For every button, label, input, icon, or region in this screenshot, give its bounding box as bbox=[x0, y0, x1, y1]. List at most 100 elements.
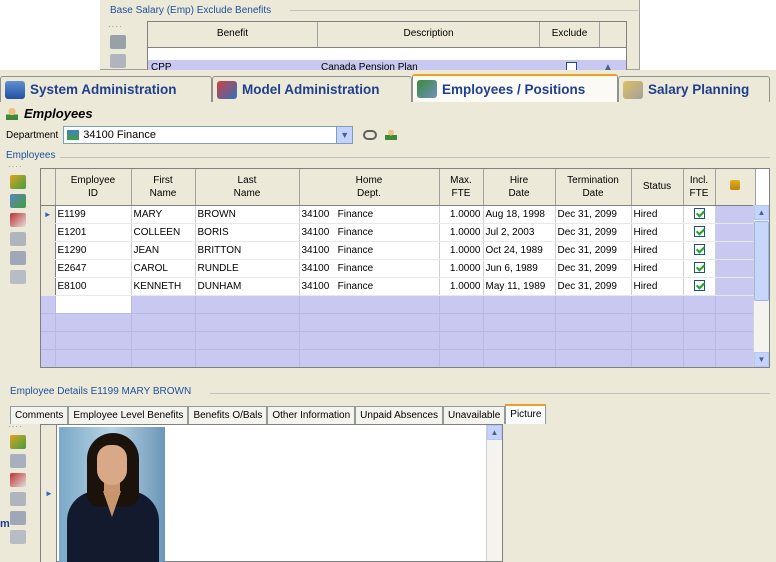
add-icon[interactable] bbox=[110, 35, 126, 49]
table-row[interactable]: E1201 COLLEEN BORIS 34100 Finance 1.0000… bbox=[41, 223, 756, 242]
cell-first-name[interactable]: CAROL bbox=[131, 259, 196, 278]
tab-employees-positions[interactable]: Employees / Positions bbox=[412, 74, 618, 102]
col-incl-fte[interactable]: Incl. FTE bbox=[683, 169, 716, 206]
binoculars-icon[interactable] bbox=[363, 130, 378, 140]
cell-employee-id[interactable]: E2647 bbox=[55, 259, 132, 278]
cell-status[interactable]: Hired bbox=[631, 259, 684, 278]
scroll-up-icon[interactable]: ▲ bbox=[487, 425, 502, 440]
col-description[interactable]: Description bbox=[318, 22, 540, 47]
cell-first-name[interactable]: KENNETH bbox=[131, 277, 196, 296]
add-picture-icon[interactable] bbox=[10, 435, 26, 449]
cell-home-dept[interactable]: 34100 Finance bbox=[299, 259, 440, 278]
cell-home-dept[interactable]: 34100 Finance bbox=[299, 205, 440, 224]
cell-status[interactable]: Hired bbox=[631, 223, 684, 242]
copy-icon[interactable] bbox=[10, 251, 26, 265]
move-icon[interactable] bbox=[10, 232, 26, 246]
cell-termination-date[interactable]: Dec 31, 2099 bbox=[555, 241, 632, 260]
incl-fte-checkbox[interactable] bbox=[693, 280, 705, 292]
cell-status[interactable]: Hired bbox=[631, 277, 684, 296]
tab-system-administration[interactable]: System Administration bbox=[0, 76, 212, 102]
cell-employee-id[interactable]: E1290 bbox=[55, 241, 132, 260]
cell-termination-date[interactable]: Dec 31, 2099 bbox=[555, 223, 632, 242]
cell-max-fte[interactable]: 1.0000 bbox=[439, 223, 484, 242]
cell-first-name[interactable]: JEAN bbox=[131, 241, 196, 260]
col-max-fte[interactable]: Max. FTE bbox=[439, 169, 484, 206]
table-row[interactable]: ► E1199 MARY BROWN 34100 Finance 1.0000 … bbox=[41, 205, 756, 224]
copy-icon[interactable] bbox=[10, 511, 26, 525]
cell-last-name[interactable]: BRITTON bbox=[195, 241, 300, 260]
cell-hire-date[interactable]: Aug 18, 1998 bbox=[483, 205, 556, 224]
cell-employee-id[interactable]: E1199 bbox=[55, 205, 132, 224]
tab-salary-planning[interactable]: Salary Planning bbox=[618, 76, 770, 102]
tab-unpaid-absences[interactable]: Unpaid Absences bbox=[355, 406, 444, 424]
col-first-name[interactable]: First Name bbox=[131, 169, 196, 206]
col-termination-date[interactable]: Termination Date bbox=[555, 169, 632, 206]
empty-row[interactable] bbox=[41, 313, 756, 332]
edit-icon[interactable] bbox=[110, 54, 126, 68]
cell-incl-fte[interactable] bbox=[683, 241, 716, 260]
cell-status[interactable]: Hired bbox=[631, 205, 684, 224]
row-header[interactable]: ► bbox=[41, 205, 56, 224]
row-header[interactable] bbox=[41, 259, 56, 278]
incl-fte-checkbox[interactable] bbox=[693, 262, 705, 274]
cell-hire-date[interactable]: Oct 24, 1989 bbox=[483, 241, 556, 260]
move-icon[interactable] bbox=[10, 492, 26, 506]
tab-employee-level-benefits[interactable]: Employee Level Benefits bbox=[68, 406, 189, 424]
cell-termination-date[interactable]: Dec 31, 2099 bbox=[555, 205, 632, 224]
delete-row-icon[interactable] bbox=[10, 213, 26, 227]
cell-max-fte[interactable]: 1.0000 bbox=[439, 259, 484, 278]
row-header[interactable] bbox=[41, 277, 56, 296]
table-row[interactable]: E8100 KENNETH DUNHAM 34100 Finance 1.000… bbox=[41, 277, 756, 296]
col-hire-date[interactable]: Hire Date bbox=[483, 169, 556, 206]
incl-fte-checkbox[interactable] bbox=[693, 208, 705, 220]
grid-scrollbar[interactable]: ▲ ▼ bbox=[753, 205, 769, 367]
tab-model-administration[interactable]: Model Administration bbox=[212, 76, 412, 102]
cell-status[interactable]: Hired bbox=[631, 241, 684, 260]
cell-home-dept[interactable]: 34100 Finance bbox=[299, 241, 440, 260]
col-status[interactable]: Status bbox=[631, 169, 684, 206]
cell-max-fte[interactable]: 1.0000 bbox=[439, 205, 484, 224]
picture-scrollbar[interactable]: ▲ bbox=[486, 425, 502, 561]
cell-incl-fte[interactable] bbox=[683, 223, 716, 242]
empty-row[interactable] bbox=[41, 331, 756, 350]
cell-employee-id[interactable]: E8100 bbox=[55, 277, 132, 296]
cell-termination-date[interactable]: Dec 31, 2099 bbox=[555, 259, 632, 278]
cell-hire-date[interactable]: May 11, 1989 bbox=[483, 277, 556, 296]
cell-last-name[interactable]: BORIS bbox=[195, 223, 300, 242]
delete-picture-icon[interactable] bbox=[10, 473, 26, 487]
incl-fte-checkbox[interactable] bbox=[693, 226, 705, 238]
table-row[interactable]: E2647 CAROL RUNDLE 34100 Finance 1.0000 … bbox=[41, 259, 756, 278]
col-home-dept[interactable]: Home Dept. bbox=[299, 169, 440, 206]
row-header[interactable] bbox=[41, 241, 56, 260]
edit-picture-icon[interactable] bbox=[10, 454, 26, 468]
department-select[interactable]: 34100 Finance ▼ bbox=[63, 126, 354, 144]
cell-home-dept[interactable]: 34100 Finance bbox=[299, 277, 440, 296]
tab-benefits-obals[interactable]: Benefits O/Bals bbox=[188, 406, 268, 424]
cell-max-fte[interactable]: 1.0000 bbox=[439, 277, 484, 296]
row-header[interactable] bbox=[41, 223, 56, 242]
edit-row-icon[interactable] bbox=[10, 194, 26, 208]
chevron-down-icon[interactable]: ▼ bbox=[336, 127, 353, 143]
col-exclude[interactable]: Exclude bbox=[540, 22, 600, 47]
col-last-name[interactable]: Last Name bbox=[195, 169, 300, 206]
col-lock[interactable] bbox=[715, 169, 756, 206]
empty-row[interactable] bbox=[41, 349, 756, 367]
cell-employee-id[interactable]: E1201 bbox=[55, 223, 132, 242]
cell-last-name[interactable]: DUNHAM bbox=[195, 277, 300, 296]
incl-fte-checkbox[interactable] bbox=[693, 244, 705, 256]
col-benefit[interactable]: Benefit bbox=[148, 22, 318, 47]
scroll-up-icon[interactable]: ▲ bbox=[754, 205, 769, 220]
scroll-down-icon[interactable]: ▼ bbox=[754, 352, 769, 367]
tab-other-information[interactable]: Other Information bbox=[267, 406, 356, 424]
cell-max-fte[interactable]: 1.0000 bbox=[439, 241, 484, 260]
cell-first-name[interactable]: COLLEEN bbox=[131, 223, 196, 242]
table-row[interactable]: E1290 JEAN BRITTON 34100 Finance 1.0000 … bbox=[41, 241, 756, 260]
tab-picture[interactable]: Picture bbox=[505, 404, 547, 424]
cell-incl-fte[interactable] bbox=[683, 259, 716, 278]
cell-hire-date[interactable]: Jun 6, 1989 bbox=[483, 259, 556, 278]
scroll-thumb[interactable] bbox=[754, 221, 769, 301]
col-employee-id[interactable]: Employee ID bbox=[55, 169, 132, 206]
cell-last-name[interactable]: BROWN bbox=[195, 205, 300, 224]
tab-unavailable[interactable]: Unavailable bbox=[443, 406, 506, 424]
empty-row[interactable] bbox=[41, 295, 756, 314]
